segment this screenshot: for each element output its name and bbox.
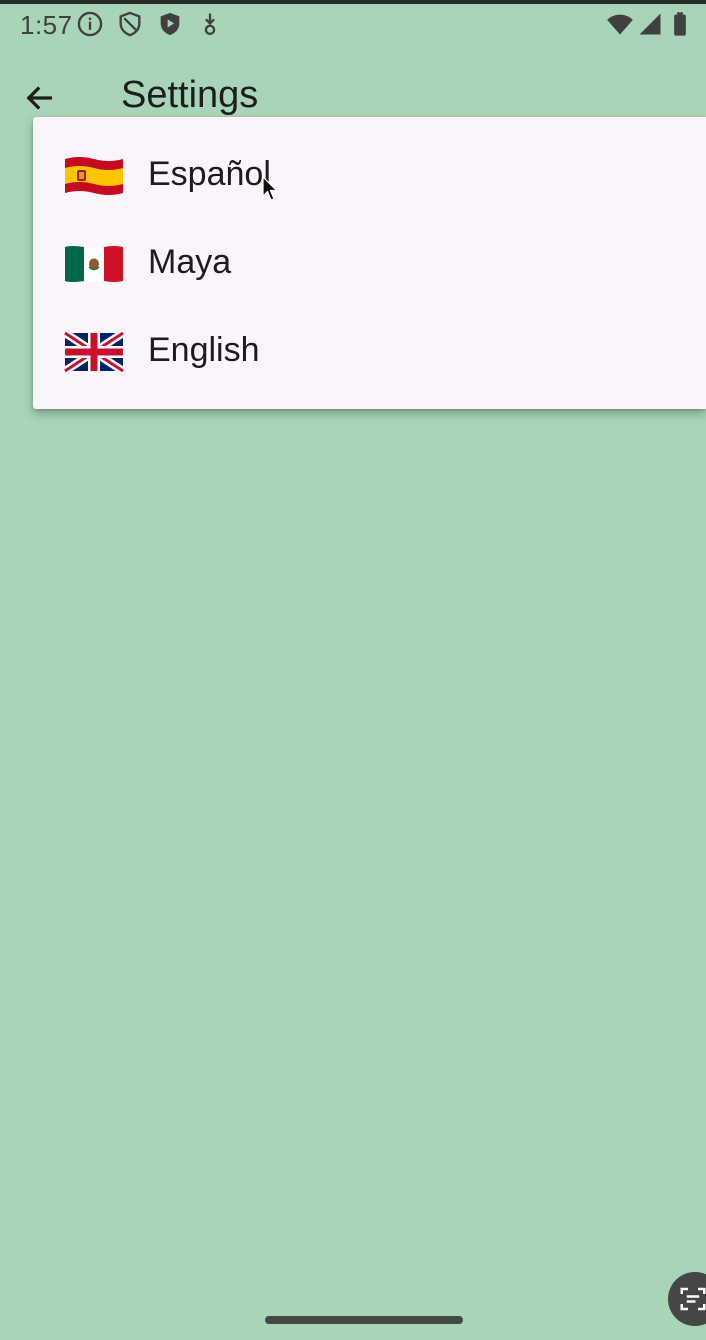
menu-item-label: English — [148, 331, 260, 369]
signal-icon — [636, 10, 664, 38]
home-indicator[interactable] — [265, 1316, 463, 1324]
mexico-flag-icon — [63, 241, 125, 287]
spain-flag-icon — [63, 153, 125, 199]
mouse-cursor-icon — [262, 176, 278, 202]
wifi-icon — [606, 10, 634, 38]
menu-item-maya[interactable]: Maya — [33, 219, 706, 307]
page-title: Settings — [121, 74, 259, 116]
menu-item-english[interactable]: English — [33, 307, 706, 395]
status-time: 1:57 — [20, 10, 73, 40]
back-button[interactable] — [18, 76, 62, 120]
menu-item-espanol[interactable]: Español — [33, 131, 706, 219]
info-icon — [76, 10, 104, 38]
language-menu: Español Maya English — [33, 117, 706, 409]
menu-item-label: Maya — [148, 243, 232, 281]
download-icon — [196, 10, 224, 38]
screen: 1:57 Settings Español Maya English — [0, 0, 706, 1340]
screen-search-button[interactable] — [668, 1272, 706, 1326]
shield-icon — [116, 10, 144, 38]
screen-search-icon — [680, 1287, 706, 1311]
status-bar: 1:57 — [0, 4, 706, 46]
play-protect-icon — [156, 10, 184, 38]
battery-icon — [666, 10, 694, 38]
uk-flag-icon — [63, 329, 125, 375]
arrow-back-icon — [22, 80, 58, 116]
menu-item-label: Español — [148, 155, 271, 193]
